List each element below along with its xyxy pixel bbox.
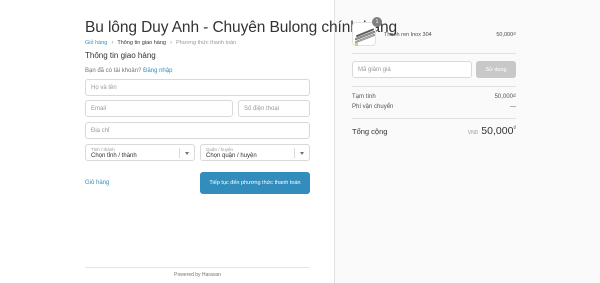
back-to-cart-link[interactable]: Giỏ hàng [85,180,109,186]
product-name: Thanh ren Inox 304 [384,32,432,38]
sidebar-divider [352,86,516,87]
login-prompt-text: Bạn đã có tài khoản? [85,68,142,74]
shop-title[interactable]: Bu lông Duy Anh - Chuyên Bulong chính hã… [85,19,397,37]
breadcrumb: Giỏ hàng › Thông tin giao hàng › Phương … [85,40,236,46]
breadcrumb-payment-method: Phương thức thanh toán [175,40,237,46]
discount-placeholder: Mã giảm giá [358,66,391,73]
footer-divider [85,267,310,268]
province-label: Tỉnh / thành [91,146,115,152]
login-hint: Bạn đã có tài khoản? Đăng nhập [85,68,172,74]
subtotal-value: 50,000₫ [494,94,516,100]
total-label: Tổng cộng [352,126,388,136]
subtotal-row: Tạm tính 50,000₫ [352,94,516,100]
fullname-placeholder: Họ và tên [91,84,117,91]
fullname-field[interactable]: Họ và tên [85,79,310,96]
caret-down-icon [300,152,304,155]
total-currency: VND [467,130,479,136]
breadcrumb-shipping-info: Thông tin giao hàng [117,40,166,46]
shipping-fee-row: Phí vận chuyển — [352,104,516,110]
total-currency-symbol: ₫ [513,125,516,132]
continue-to-payment-button[interactable]: Tiếp tục đến phương thức thanh toán [200,172,310,194]
province-value: Chọn tỉnh / thành [91,152,137,159]
province-select[interactable]: Tỉnh / thành Chọn tỉnh / thành [85,144,195,161]
section-title: Thông tin giao hàng [85,51,156,60]
district-label: Quận / huyện [206,146,234,152]
select-divider [179,148,180,158]
district-value: Chọn quận / huyện [206,152,257,159]
total-row: Tổng cộng VND 50,000₫ [352,125,516,137]
total-value: VND 50,000₫ [468,125,516,137]
quantity-badge: 1 [372,17,382,27]
sidebar-divider [352,118,516,119]
chevron-right-icon: › [169,40,172,46]
caret-down-icon [185,152,189,155]
address-field[interactable]: Địa chỉ [85,122,310,139]
address-placeholder: Địa chỉ [91,127,110,134]
email-placeholder: Email [91,105,107,112]
login-link[interactable]: Đăng nhập [143,68,172,74]
shipping-fee-value: — [510,104,516,110]
powered-by-text: Powered by Haravan [174,272,221,278]
select-divider [294,148,295,158]
phone-field[interactable]: Số điện thoại [238,100,310,117]
total-amount: 50,000₫ [481,125,516,137]
chevron-right-icon: › [111,40,114,46]
product-price: 50,000₫ [496,32,516,38]
subtotal-label: Tạm tính [352,94,376,100]
district-select[interactable]: Quận / huyện Chọn quận / huyện [200,144,310,161]
discount-code-input[interactable]: Mã giảm giá [352,61,472,78]
apply-discount-button[interactable]: Sử dụng [476,61,516,78]
email-field[interactable]: Email [85,100,233,117]
shipping-fee-label: Phí vận chuyển [352,104,394,110]
phone-placeholder: Số điện thoại [244,105,280,112]
sidebar-divider [352,53,516,54]
threaded-rod-image [354,28,376,46]
total-amount-number: 50,000 [481,125,514,137]
breadcrumb-cart-link[interactable]: Giỏ hàng [85,40,107,46]
product-thumbnail [352,22,376,46]
